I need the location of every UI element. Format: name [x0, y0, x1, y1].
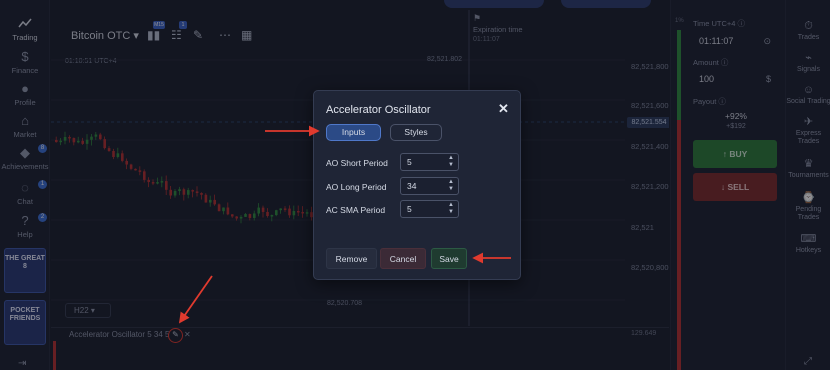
trading-app: Trading $ Finance ● Profile ⌂ Market ◆ A…	[0, 0, 830, 370]
annotation-arrows	[178, 125, 511, 324]
arrow-to-indicator-edit	[178, 275, 213, 324]
